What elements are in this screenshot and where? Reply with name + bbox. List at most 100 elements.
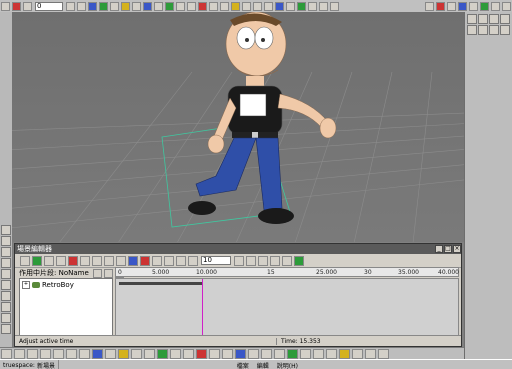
bottom-tool-7-icon[interactable]: [79, 349, 90, 359]
bottom-tool-10-icon[interactable]: [118, 349, 129, 359]
rail-tool-9-icon[interactable]: [1, 313, 11, 323]
object-tool-icon[interactable]: [1, 1, 10, 11]
bottom-tool-23-icon[interactable]: [287, 349, 298, 359]
bottom-tool-1-icon[interactable]: [1, 349, 12, 359]
step-forward-icon[interactable]: [66, 1, 75, 11]
clip-n-button[interactable]: [92, 268, 102, 278]
3d-viewport[interactable]: [12, 12, 464, 242]
bottom-tool-30-icon[interactable]: [378, 349, 389, 359]
copy-icon[interactable]: [80, 255, 90, 266]
redo-icon[interactable]: [330, 1, 339, 11]
bottom-tool-25-icon[interactable]: [313, 349, 324, 359]
render-object-icon[interactable]: [447, 1, 456, 11]
right-tool-8-icon[interactable]: [500, 25, 510, 35]
clip-prev-button[interactable]: [103, 268, 113, 278]
timeline-track[interactable]: [115, 278, 459, 336]
rail-tool-2-icon[interactable]: [1, 236, 11, 246]
bottom-tool-6-icon[interactable]: [66, 349, 77, 359]
play-back-icon[interactable]: [23, 1, 32, 11]
step-forward-button[interactable]: [246, 255, 256, 266]
cut-icon[interactable]: [68, 255, 78, 266]
loop-button[interactable]: [282, 255, 292, 266]
bottom-tool-27-icon[interactable]: [339, 349, 350, 359]
right-tool-3-icon[interactable]: [489, 14, 499, 24]
render-file-icon[interactable]: [469, 1, 478, 11]
right-tool-6-icon[interactable]: [478, 25, 488, 35]
expand-toggle-icon[interactable]: +: [22, 281, 30, 289]
maximize-button[interactable]: □: [444, 245, 452, 253]
skip-end-icon[interactable]: [77, 1, 86, 11]
cylinder-primitive-icon[interactable]: [264, 1, 273, 11]
rail-tool-5-icon[interactable]: [1, 269, 11, 279]
bottom-tool-19-icon[interactable]: [235, 349, 246, 359]
camera-tool-icon[interactable]: [154, 1, 163, 11]
bottom-tool-28-icon[interactable]: [352, 349, 363, 359]
rail-tool-4-icon[interactable]: [1, 258, 11, 268]
link-icon[interactable]: [56, 255, 66, 266]
bottom-tool-12-icon[interactable]: [144, 349, 155, 359]
sphere-primitive-icon[interactable]: [242, 1, 251, 11]
minimize-button[interactable]: _: [435, 245, 443, 253]
stop-button[interactable]: [188, 255, 198, 266]
bottom-tool-22-icon[interactable]: [274, 349, 285, 359]
rail-tool-8-icon[interactable]: [1, 302, 11, 312]
animation-range-bar[interactable]: [119, 282, 203, 285]
collapse-icon[interactable]: [44, 255, 54, 266]
end-button[interactable]: [270, 255, 280, 266]
time-cursor[interactable]: [202, 279, 203, 335]
options-icon[interactable]: [502, 1, 511, 11]
rail-tool-10-icon[interactable]: [1, 324, 11, 334]
rail-tool-7-icon[interactable]: [1, 291, 11, 301]
model-tool-icon[interactable]: [176, 1, 185, 11]
bottom-tool-3-icon[interactable]: [27, 349, 38, 359]
hierarchy-icon[interactable]: [20, 255, 30, 266]
frame-input[interactable]: 0: [35, 1, 63, 11]
bottom-tool-8-icon[interactable]: [92, 349, 103, 359]
bottom-tool-26-icon[interactable]: [326, 349, 337, 359]
lathe-tool-icon[interactable]: [231, 1, 240, 11]
play-reverse-button[interactable]: [176, 255, 186, 266]
rail-tool-1-icon[interactable]: [1, 225, 11, 235]
key-icon[interactable]: [104, 255, 114, 266]
zoom-icon[interactable]: [128, 255, 138, 266]
bottom-tool-2-icon[interactable]: [14, 349, 25, 359]
text-tool-icon[interactable]: [286, 1, 295, 11]
ping-pong-button[interactable]: [294, 255, 304, 266]
expand-icon[interactable]: [32, 255, 42, 266]
undo-icon[interactable]: [319, 1, 328, 11]
material-tool-icon[interactable]: [143, 1, 152, 11]
bottom-tool-29-icon[interactable]: [365, 349, 376, 359]
step-back-button[interactable]: [164, 255, 174, 266]
paste-icon[interactable]: [92, 255, 102, 266]
right-tool-7-icon[interactable]: [489, 25, 499, 35]
record-key-button[interactable]: [140, 255, 150, 266]
path-tool-icon[interactable]: [99, 1, 108, 11]
right-tool-5-icon[interactable]: [467, 25, 477, 35]
paint-tool-icon[interactable]: [132, 1, 141, 11]
play-button[interactable]: [234, 255, 244, 266]
fast-forward-button[interactable]: [258, 255, 268, 266]
dialog-frame-input[interactable]: 10: [201, 256, 231, 265]
view-tool-icon[interactable]: [425, 1, 434, 11]
bottom-tool-5-icon[interactable]: [53, 349, 64, 359]
plane-primitive-icon[interactable]: [275, 1, 284, 11]
bottom-tool-9-icon[interactable]: [105, 349, 116, 359]
tree-item-retroboy[interactable]: + RetroBoy: [22, 281, 74, 289]
bottom-tool-18-icon[interactable]: [222, 349, 233, 359]
retroboy-character[interactable]: [188, 12, 337, 224]
right-tool-1-icon[interactable]: [467, 14, 477, 24]
bottom-tool-13-icon[interactable]: [157, 349, 168, 359]
snap-tool-icon[interactable]: [308, 1, 317, 11]
scene-tool-icon[interactable]: [480, 1, 489, 11]
menu-file[interactable]: 檔案: [233, 361, 253, 369]
sweep-tool-icon[interactable]: [220, 1, 229, 11]
scale-icon[interactable]: [116, 255, 126, 266]
taskbar-app[interactable]: truespace: 新場景: [0, 360, 59, 369]
cube-primitive-icon[interactable]: [253, 1, 262, 11]
timeline-ruler[interactable]: 0 5.000 10.000 15 25.000 30 35.000 40.00…: [115, 267, 459, 277]
grid-tool-icon[interactable]: [297, 1, 306, 11]
bottom-tool-4-icon[interactable]: [40, 349, 51, 359]
rail-tool-3-icon[interactable]: [1, 247, 11, 257]
menu-help[interactable]: 說明(H): [273, 361, 302, 369]
right-tool-2-icon[interactable]: [478, 14, 488, 24]
